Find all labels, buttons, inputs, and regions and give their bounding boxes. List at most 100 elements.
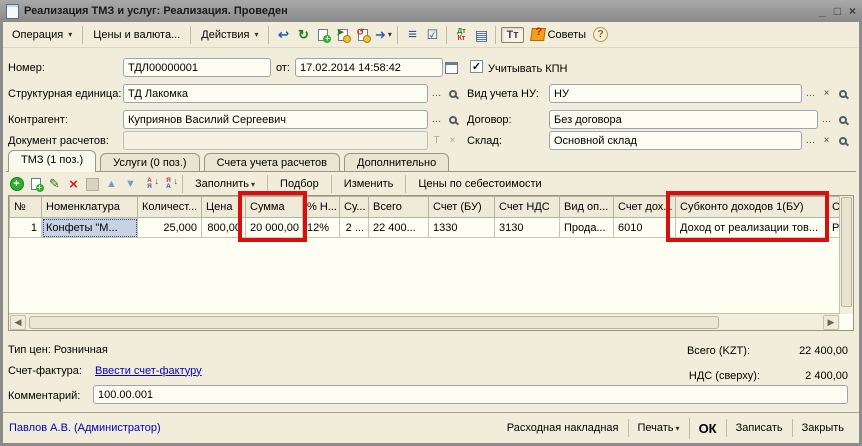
warehouse-clear-button[interactable]: × — [818, 131, 835, 150]
debit-credit-icon[interactable] — [452, 26, 470, 43]
cell-account-vat[interactable]: 3130 — [495, 218, 560, 238]
scroll-left-arrow[interactable]: ◀ — [10, 315, 26, 330]
cell-subconto[interactable]: Доход от реализации тов... — [676, 218, 828, 238]
copy-document-icon[interactable]: + — [314, 26, 332, 43]
scroll-right-arrow[interactable]: ▶ — [823, 315, 839, 330]
invoice-link[interactable]: Ввести счет-фактуру — [95, 362, 202, 379]
counterparty-input[interactable]: Куприянов Василий Сергеевич — [123, 110, 428, 129]
cell-income-account[interactable]: 6010 — [614, 218, 676, 238]
col-header-price[interactable]: Цена — [202, 197, 246, 218]
cell-price[interactable]: 800,00 — [202, 218, 246, 238]
warehouse-input[interactable]: Основной склад — [549, 131, 802, 150]
post-document-icon[interactable]: ➤ — [334, 26, 352, 43]
cost-prices-button[interactable]: Цены по себестоимости — [411, 176, 548, 192]
cell-operation-type[interactable]: Прода... — [560, 218, 614, 238]
structural-unit-select-button[interactable]: … — [428, 84, 445, 103]
nu-type-select-button[interactable]: … — [802, 84, 819, 103]
document-structure-icon[interactable] — [403, 26, 421, 43]
close-button[interactable]: × — [849, 4, 856, 18]
expense-note-button[interactable]: Расходная накладная — [498, 419, 628, 437]
move-up-icon[interactable] — [103, 176, 120, 192]
sort-descending-icon[interactable]: ↓ — [160, 176, 177, 192]
kpn-checkbox-label[interactable]: Учитывать КПН — [488, 60, 568, 77]
number-input[interactable]: ТДЛ00000001 — [123, 58, 271, 77]
go-to-icon[interactable] — [374, 26, 392, 43]
contract-select-button[interactable]: … — [818, 110, 835, 129]
table-horizontal-scrollbar[interactable]: ◀ ▶ — [9, 313, 840, 330]
cell-vat-percent[interactable]: 12% — [303, 218, 340, 238]
cell-vat-amount[interactable]: 2 ... — [340, 218, 369, 238]
tt-toggle-button[interactable]: Тт — [501, 27, 523, 43]
delete-row-icon[interactable] — [65, 176, 82, 192]
structural-unit-input[interactable]: ТД Лакомка — [123, 84, 428, 103]
cell-num[interactable]: 1 — [10, 218, 42, 238]
cell-nomenclature[interactable]: Конфеты "М... — [42, 218, 138, 238]
nu-type-open-button[interactable] — [834, 84, 851, 103]
horizontal-scrollbar-thumb[interactable] — [29, 316, 719, 329]
sort-ascending-icon[interactable]: ↓ — [141, 176, 158, 192]
operation-menu-button[interactable]: Операция — [7, 27, 77, 43]
warehouse-select-button[interactable]: … — [802, 131, 819, 150]
advices-button[interactable]: Советы — [526, 26, 591, 43]
change-button[interactable]: Изменить — [337, 176, 401, 192]
kpn-checkbox[interactable]: ✓ — [470, 60, 483, 73]
journal-icon[interactable] — [472, 26, 490, 43]
col-header-account-bu[interactable]: Счет (БУ) — [429, 197, 495, 218]
col-header-operation-type[interactable]: Вид оп... — [560, 197, 614, 218]
enter-on-basis-icon[interactable] — [274, 26, 292, 43]
cell-total[interactable]: 22 400... — [369, 218, 429, 238]
fill-menu-button[interactable]: Заполнить — [188, 176, 262, 192]
contract-open-button[interactable] — [834, 110, 851, 129]
col-header-vat-percent[interactable]: % Н... — [303, 197, 340, 218]
warehouse-open-button[interactable] — [834, 131, 851, 150]
col-header-total[interactable]: Всего — [369, 197, 429, 218]
col-header-quantity[interactable]: Количест... — [138, 197, 202, 218]
col-header-num[interactable]: № — [10, 197, 42, 218]
tab-tmz[interactable]: ТМЗ (1 поз.) — [8, 150, 96, 172]
ok-button[interactable]: ОК — [689, 418, 726, 439]
maximize-button[interactable]: □ — [834, 4, 841, 18]
col-header-subconto[interactable]: Субконто доходов 1(БУ) — [676, 197, 828, 218]
print-button[interactable]: Печать — [628, 419, 689, 437]
edit-row-icon[interactable] — [46, 176, 63, 192]
pick-button[interactable]: Подбор — [273, 176, 326, 192]
calendar-button[interactable] — [443, 58, 460, 77]
col-header-account-vat[interactable]: Счет НДС — [495, 197, 560, 218]
move-down-icon[interactable] — [122, 176, 139, 192]
col-header-nomenclature[interactable]: Номенклатура — [42, 197, 138, 218]
comment-input[interactable]: 100.00.001 — [93, 385, 848, 404]
counterparty-select-button[interactable]: … — [428, 110, 445, 129]
number-label: Номер: — [8, 59, 45, 76]
nu-type-clear-button[interactable]: × — [818, 84, 835, 103]
counterparty-open-button[interactable] — [444, 110, 461, 129]
refresh-icon[interactable] — [294, 26, 312, 43]
table-vertical-scrollbar[interactable] — [839, 196, 853, 314]
save-button[interactable]: Записать — [726, 419, 792, 437]
col-header-amount[interactable]: Сумма — [246, 197, 303, 218]
col-header-vat-amount[interactable]: Су... — [340, 197, 369, 218]
actions-menu-button[interactable]: Действия — [196, 27, 263, 43]
help-icon[interactable]: ? — [593, 27, 608, 42]
vat-value: 2 400,00 — [748, 367, 848, 384]
separator — [495, 26, 496, 44]
tab-additional[interactable]: Дополнительно — [344, 153, 449, 172]
prices-currency-button[interactable]: Цены и валюта... — [88, 27, 185, 43]
contract-input[interactable]: Без договора — [549, 110, 818, 129]
cell-quantity[interactable]: 25,000 — [138, 218, 202, 238]
cell-account-bu[interactable]: 1330 — [429, 218, 495, 238]
tab-settlement-accounts[interactable]: Счета учета расчетов — [204, 153, 340, 172]
col-header-income-account[interactable]: Счет дох... — [614, 197, 676, 218]
table-row[interactable]: 1 Конфеты "М... 25,000 800,00 20 000,00 … — [10, 218, 841, 238]
cell-amount[interactable]: 20 000,00 — [246, 218, 303, 238]
tab-services[interactable]: Услуги (0 поз.) — [100, 153, 199, 172]
minimize-button[interactable]: _ — [819, 4, 826, 18]
vertical-scrollbar-thumb[interactable] — [841, 197, 852, 307]
close-form-button[interactable]: Закрыть — [792, 419, 853, 437]
date-input[interactable]: 17.02.2014 14:58:42 — [295, 58, 443, 77]
nu-type-input[interactable]: НУ — [549, 84, 802, 103]
add-row-icon[interactable]: + — [8, 176, 25, 192]
structural-unit-open-button[interactable] — [444, 84, 461, 103]
copy-row-icon[interactable]: + — [27, 176, 44, 192]
check-list-icon[interactable] — [423, 26, 441, 43]
unpost-document-icon[interactable]: ↺ — [354, 26, 372, 43]
